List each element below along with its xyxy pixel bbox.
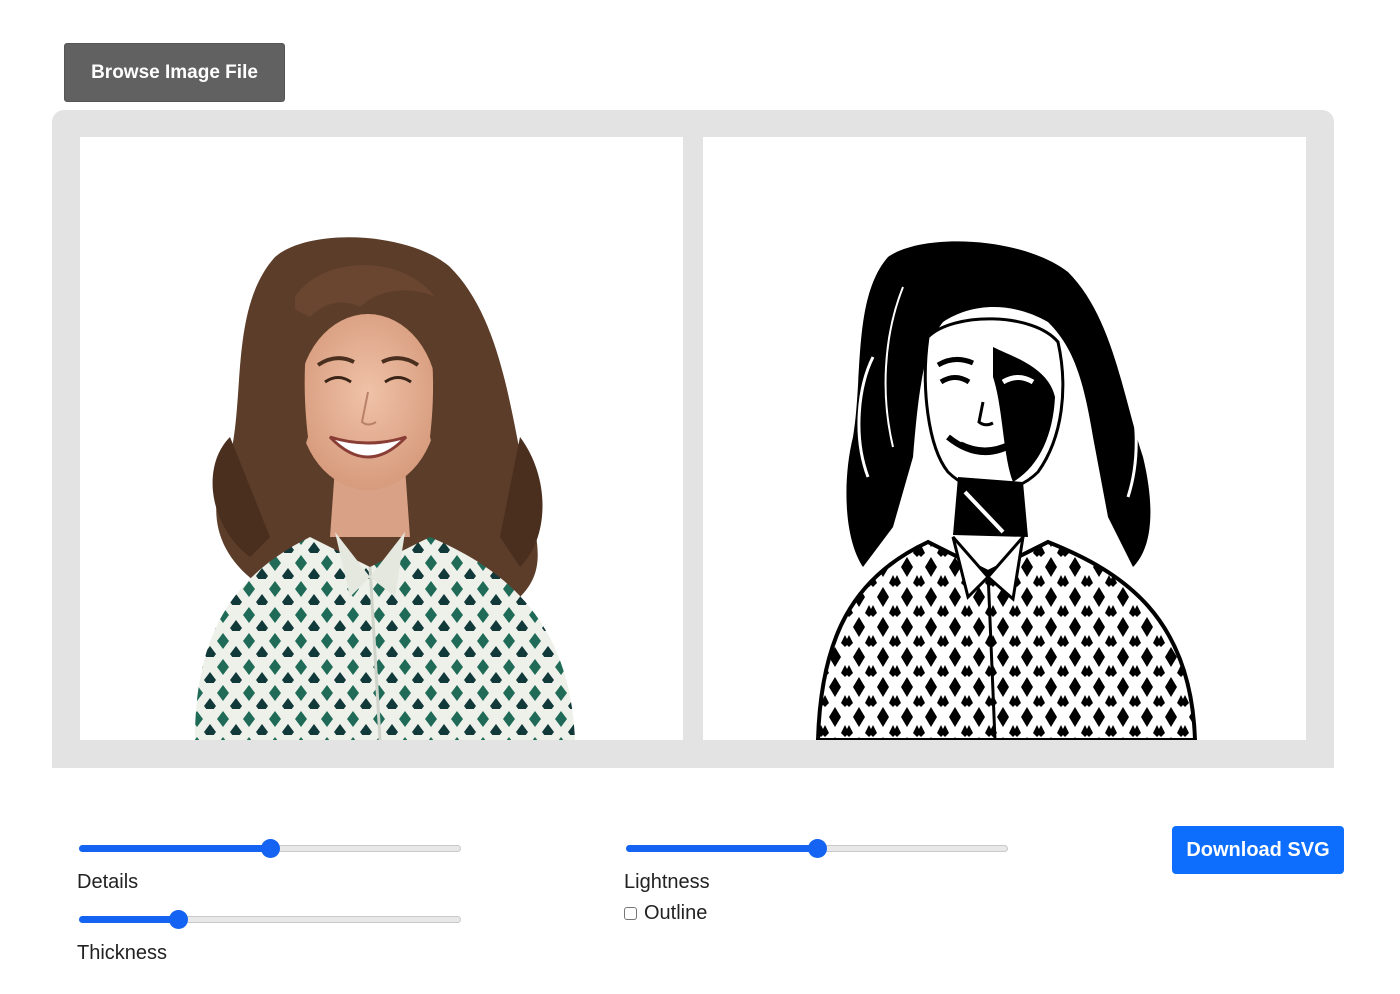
lightness-label: Lightness	[624, 871, 710, 893]
original-image	[195, 237, 575, 740]
thickness-slider[interactable]	[79, 910, 461, 930]
preview-stage	[52, 110, 1334, 768]
thickness-slider-thumb[interactable]	[169, 910, 189, 929]
vectorized-image-panel	[703, 137, 1306, 740]
details-label: Details	[77, 871, 139, 893]
outline-option[interactable]: Outline	[624, 902, 707, 925]
thickness-label: Thickness	[77, 942, 168, 964]
browse-image-button[interactable]: Browse Image File	[64, 43, 285, 102]
original-image-panel	[80, 137, 683, 740]
details-slider[interactable]	[79, 839, 461, 859]
outline-label: Outline	[644, 902, 708, 924]
lightness-slider[interactable]	[626, 839, 1008, 859]
details-slider-thumb[interactable]	[261, 839, 280, 858]
download-svg-button[interactable]: Download SVG	[1172, 826, 1344, 874]
lightness-slider-thumb[interactable]	[808, 839, 827, 858]
outline-checkbox[interactable]	[624, 907, 637, 920]
vectorized-image	[815, 241, 1198, 740]
